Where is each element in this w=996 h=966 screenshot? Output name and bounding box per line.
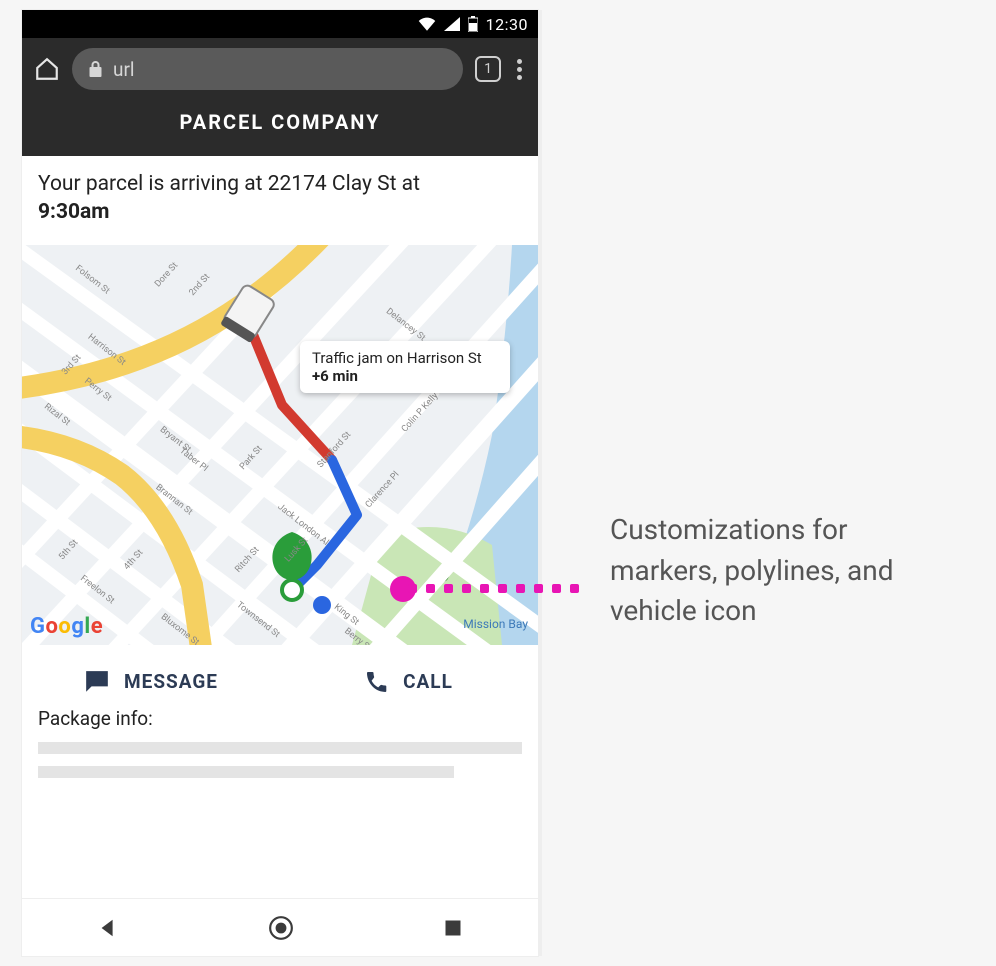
site-header: PARCEL COMPANY [22, 92, 538, 156]
traffic-delay: +6 min [312, 367, 498, 385]
annotation-text: Customizations for markers, polylines, a… [610, 510, 950, 632]
lock-icon [88, 60, 103, 78]
map-area-label: Mission Bay [463, 617, 528, 631]
recents-icon[interactable] [443, 918, 463, 938]
arrival-line: Your parcel is arriving at 22174 Clay St… [38, 172, 420, 196]
home-nav-icon[interactable] [268, 915, 294, 941]
battery-icon [468, 16, 478, 32]
statusbar-time: 12:30 [486, 15, 528, 34]
site-title: PARCEL COMPANY [180, 110, 381, 134]
contact-actions: MESSAGE CALL [22, 645, 538, 707]
url-bar[interactable]: url [72, 48, 463, 90]
annotation-leader-line [408, 584, 598, 592]
back-icon[interactable] [97, 917, 119, 939]
phone-frame: 12:30 url 1 PARCEL COMPANY Your parcel i… [22, 10, 538, 956]
message-label: MESSAGE [124, 670, 218, 693]
cell-signal-icon [444, 17, 460, 31]
google-logo: Google [30, 614, 103, 639]
package-info-section: Package info: [22, 707, 538, 790]
browser-toolbar: url 1 [22, 38, 538, 92]
traffic-alert-text: Traffic jam on Harrison St [312, 349, 498, 367]
overflow-menu-icon[interactable] [513, 55, 526, 84]
message-icon [84, 669, 110, 695]
home-icon[interactable] [34, 56, 60, 82]
android-statusbar: 12:30 [22, 10, 538, 38]
wifi-icon [418, 17, 436, 31]
message-button[interactable]: MESSAGE [22, 669, 280, 695]
traffic-alert-callout[interactable]: Traffic jam on Harrison St +6 min [300, 341, 510, 393]
tab-count: 1 [484, 61, 492, 77]
tab-switcher[interactable]: 1 [475, 56, 501, 82]
call-label: CALL [403, 670, 453, 693]
phone-icon [365, 670, 389, 694]
android-navbar [22, 898, 538, 956]
call-button[interactable]: CALL [280, 669, 538, 695]
package-info-heading: Package info: [38, 707, 522, 730]
placeholder-line [38, 742, 522, 754]
arrival-notice: Your parcel is arriving at 22174 Clay St… [22, 156, 538, 245]
arrival-time: 9:30am [38, 200, 110, 224]
placeholder-line [38, 766, 454, 778]
url-text: url [113, 58, 135, 81]
